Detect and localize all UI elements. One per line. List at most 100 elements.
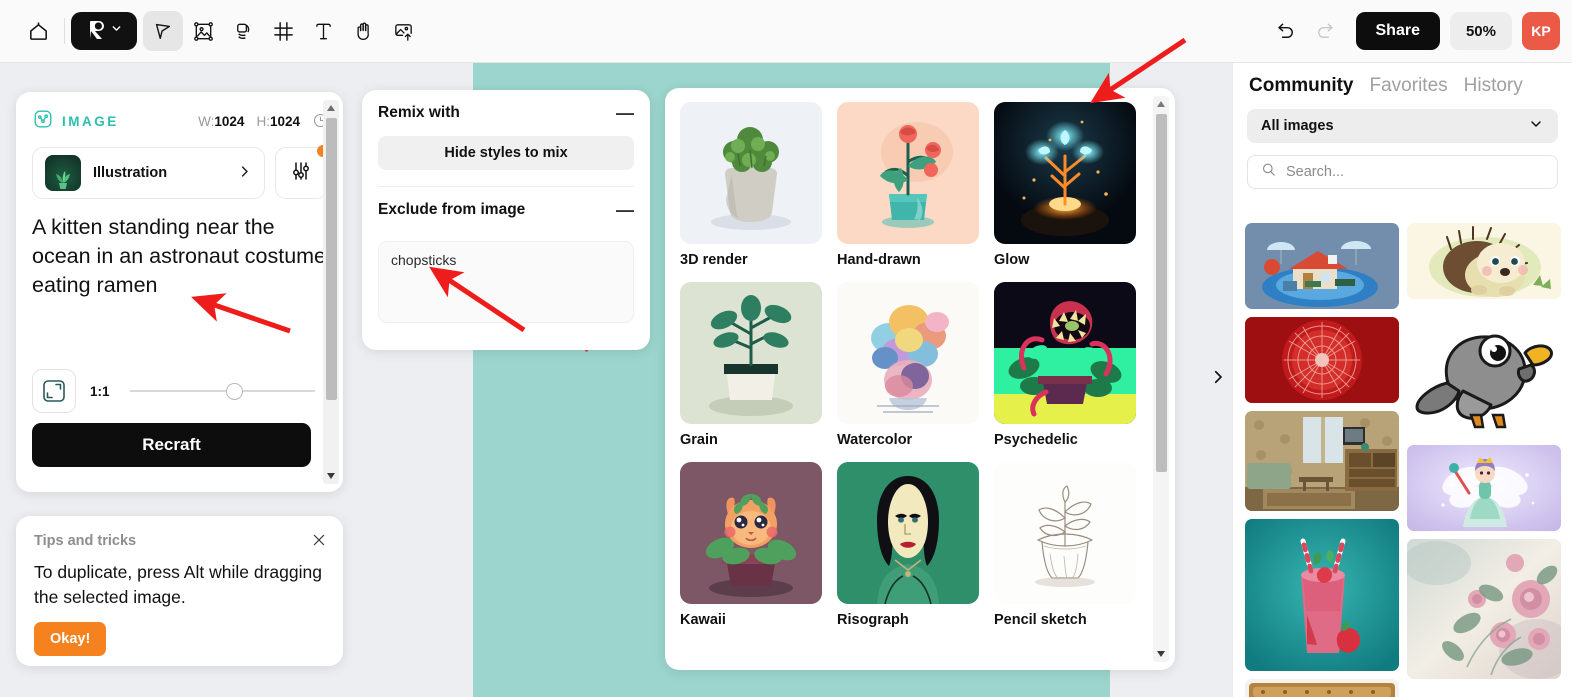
share-label: Share — [1375, 22, 1420, 39]
toolbar-divider — [64, 18, 65, 44]
cursor-arrow-icon[interactable] — [143, 11, 183, 51]
style-card[interactable]: Pencil sketch — [994, 462, 1136, 628]
watercolor-flowers-thumb[interactable] — [837, 282, 979, 424]
risograph-portrait-thumb[interactable] — [837, 462, 979, 604]
gallery-scrollbar[interactable] — [1153, 96, 1169, 662]
recraft-button[interactable]: Recraft — [32, 423, 311, 467]
exclude-header: Exclude from image — — [378, 187, 634, 233]
chevron-right-icon — [1209, 364, 1227, 396]
width-label: W: — [198, 114, 215, 129]
style-card[interactable]: Risograph — [837, 462, 979, 628]
grey-parrot-card[interactable] — [1407, 307, 1561, 437]
search-box[interactable] — [1247, 155, 1558, 189]
style-card-label: Kawaii — [680, 612, 726, 628]
remix-panel: Remix with — Hide styles to mix Exclude … — [362, 90, 650, 350]
styles-grid: 3D render Hand-drawn Glow Grain Watercolor Ps… — [680, 102, 1145, 628]
hedgehog-card[interactable] — [1407, 223, 1561, 299]
style-card-label: Psychedelic — [994, 432, 1078, 448]
style-card-label: Risograph — [837, 612, 909, 628]
undo-icon[interactable] — [1266, 11, 1306, 51]
community-column-left — [1245, 223, 1399, 697]
style-card[interactable]: Psychedelic — [994, 282, 1136, 448]
grain-plant-thumb[interactable] — [680, 282, 822, 424]
style-card[interactable]: Kawaii — [680, 462, 822, 628]
style-card[interactable]: Hand-drawn — [837, 102, 979, 268]
community-image-grid[interactable] — [1245, 223, 1561, 697]
pencil-sketch-plant-thumb[interactable] — [994, 462, 1136, 604]
scroll-down-arrow-icon[interactable] — [1153, 646, 1169, 662]
stacked-layers-icon[interactable] — [223, 11, 263, 51]
close-icon[interactable] — [311, 532, 327, 553]
style-selector-button[interactable]: Illustration — [32, 147, 265, 199]
hand-icon[interactable] — [343, 11, 383, 51]
home-icon[interactable] — [18, 11, 58, 51]
tips-okay-button[interactable]: Okay! — [34, 622, 107, 656]
prompt-input[interactable]: A kitten standing near the ocean in an a… — [16, 199, 343, 300]
image-panel-badge: IMAGE — [62, 114, 119, 129]
gallery-scroll-thumb[interactable] — [1156, 114, 1167, 472]
image-panel-header: IMAGE W:1024 H:1024 — [16, 92, 343, 135]
sliders-icon — [289, 159, 313, 188]
psychedelic-plant-thumb[interactable] — [994, 282, 1136, 424]
scroll-up-arrow-icon[interactable] — [323, 100, 339, 116]
kawaii-cat-plant-thumb[interactable] — [680, 462, 822, 604]
hide-styles-to-mix-button[interactable]: Hide styles to mix — [378, 136, 634, 170]
aspect-ratio-icon[interactable] — [32, 369, 76, 413]
style-card-label: Hand-drawn — [837, 252, 921, 268]
crop-frame-icon[interactable] — [263, 11, 303, 51]
avatar[interactable]: KP — [1522, 12, 1560, 50]
tips-body-text: To duplicate, press Alt while dragging t… — [34, 562, 322, 607]
tab-history[interactable]: History — [1464, 75, 1523, 97]
hand-drawn-flower-thumb[interactable] — [837, 102, 979, 244]
retro-living-room-card[interactable] — [1245, 411, 1399, 511]
style-card-label: 3D render — [680, 252, 748, 268]
style-card[interactable]: Watercolor — [837, 282, 979, 448]
image-filter-dropdown[interactable]: All images — [1247, 109, 1558, 143]
exclude-title: Exclude from image — [378, 201, 526, 218]
style-card[interactable]: 3D render — [680, 102, 822, 268]
chevron-down-icon[interactable] — [110, 22, 123, 40]
text-t-icon[interactable] — [303, 11, 343, 51]
tab-favorites[interactable]: Favorites — [1370, 75, 1448, 97]
tab-community[interactable]: Community — [1249, 75, 1354, 97]
glow-plant-thumb[interactable] — [994, 102, 1136, 244]
style-card[interactable]: Glow — [994, 102, 1136, 268]
variation-slider[interactable] — [129, 381, 315, 401]
recraft-brand-button[interactable] — [71, 12, 137, 50]
negative-prompt-input[interactable]: chopsticks — [378, 241, 634, 323]
style-card[interactable]: Grain — [680, 282, 822, 448]
rose-watercolor-card[interactable] — [1407, 539, 1561, 679]
zoom-level-label: 50% — [1465, 22, 1496, 40]
fairy-princess-card[interactable] — [1407, 445, 1561, 531]
wooden-sign-card[interactable] — [1245, 679, 1399, 697]
style-card-label: Grain — [680, 432, 718, 448]
minus-icon[interactable]: — — [616, 201, 634, 219]
aspect-ratio-row: 1:1 — [32, 369, 315, 413]
scroll-down-arrow-icon[interactable] — [323, 468, 339, 484]
slider-track — [129, 390, 315, 392]
remix-title: Remix with — [378, 104, 460, 121]
style-settings-button[interactable] — [275, 145, 329, 199]
strawberry-smoothie-card[interactable] — [1245, 519, 1399, 671]
image-frame-icon[interactable] — [183, 11, 223, 51]
scroll-up-arrow-icon[interactable] — [1153, 96, 1169, 112]
left-panel-scroll-thumb[interactable] — [326, 118, 337, 400]
minus-icon[interactable]: — — [616, 104, 634, 122]
style-name-label: Illustration — [93, 165, 168, 181]
red-mandala-card[interactable] — [1245, 317, 1399, 403]
panel-expand-button[interactable] — [1205, 360, 1231, 400]
image-node-icon — [32, 108, 54, 135]
slider-knob[interactable] — [225, 383, 243, 400]
recraft-logo-icon — [86, 17, 108, 46]
3d-render-plant-thumb[interactable] — [680, 102, 822, 244]
tips-title: Tips and tricks — [34, 533, 137, 549]
style-selector-row: Illustration — [16, 135, 343, 199]
redo-icon[interactable] — [1306, 11, 1346, 51]
share-button[interactable]: Share — [1355, 12, 1440, 50]
search-input[interactable] — [1286, 164, 1545, 180]
zoom-level-button[interactable]: 50% — [1449, 12, 1512, 50]
left-panel-scrollbar[interactable] — [323, 100, 339, 484]
style-card-label: Watercolor — [837, 432, 913, 448]
isometric-house-card[interactable] — [1245, 223, 1399, 309]
image-upload-icon[interactable] — [383, 11, 423, 51]
